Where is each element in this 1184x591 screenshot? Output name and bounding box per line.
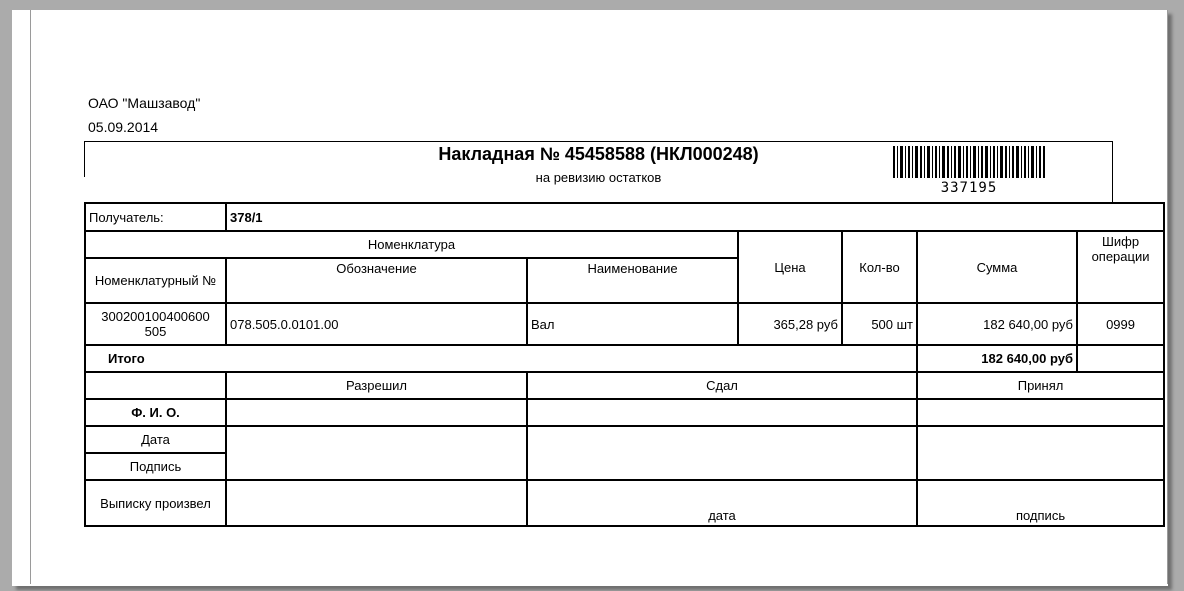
handed-header: Сдал (526, 371, 918, 400)
organization-name: ОАО "Машзавод" (88, 95, 201, 111)
header-row-1: Номенклатура Цена Кол-во Сумма Шифр опер… (84, 230, 1166, 304)
nomenclature-group-header: Номенклатура (84, 230, 739, 259)
extract-row: Выписку произвел дата подпись (84, 479, 1166, 527)
cell-price: 365,28 руб (737, 302, 843, 346)
date-sign-received-cell (915, 425, 1166, 481)
fio-label: Ф. И. О. (84, 398, 227, 427)
fio-row: Ф. И. О. (84, 398, 1166, 427)
signature-header-row: Разрешил Сдал Принял (84, 371, 1166, 400)
extract-date-caption: дата (526, 479, 918, 527)
price-header: Цена (737, 230, 843, 304)
sign-label: Подпись (84, 452, 227, 481)
cell-designation: 078.505.0.0101.00 (225, 302, 528, 346)
invoice-table: Получатель: 378/1 Номенклатура Цена Кол-… (84, 202, 1166, 527)
extract-sign-caption: подпись (915, 479, 1166, 527)
nomenclature-no-header: Номенклатурный № (84, 257, 227, 304)
total-row: Итого 182 640,00 руб (84, 344, 1166, 373)
total-empty-cell (1075, 344, 1166, 373)
barcode-icon (893, 146, 1045, 178)
date-sign-handed-cell (526, 425, 918, 481)
designation-header: Обозначение (225, 257, 528, 304)
date-label: Дата (84, 425, 227, 454)
fio-handed-cell (526, 398, 918, 427)
date-sign-allowed-cell (225, 425, 528, 481)
sum-header: Сумма (916, 230, 1078, 304)
allowed-header: Разрешил (225, 371, 528, 400)
barcode-number: 337195 (940, 180, 998, 196)
qty-header: Кол-во (841, 230, 918, 304)
fio-allowed-cell (225, 398, 528, 427)
total-value: 182 640,00 руб (916, 344, 1078, 373)
extract-made-label: Выписку произвел (84, 479, 227, 527)
name-header: Наименование (526, 257, 739, 304)
recipient-value: 378/1 (224, 202, 1166, 232)
date-row: Дата (84, 425, 1166, 481)
cell-op-code: 0999 (1075, 302, 1166, 346)
sig-corner-cell (84, 371, 227, 400)
cell-sum: 182 640,00 руб (916, 302, 1078, 346)
recipient-label: Получатель: (84, 202, 227, 232)
cell-nomenclature-no: 300200100400600 505 (84, 302, 227, 346)
fio-received-cell (915, 398, 1166, 427)
cell-qty: 500 шт (841, 302, 918, 346)
total-label: Итого (84, 344, 918, 373)
recipient-row: Получатель: 378/1 (84, 202, 1166, 232)
extract-allowed-cell (225, 479, 528, 527)
cell-name: Вал (526, 302, 739, 346)
document-date: 05.09.2014 (88, 119, 159, 135)
table-row: 300200100400600 505 078.505.0.0101.00 Ва… (84, 302, 1166, 346)
received-header: Принял (915, 371, 1166, 400)
op-code-header: Шифр операции (1075, 230, 1166, 304)
